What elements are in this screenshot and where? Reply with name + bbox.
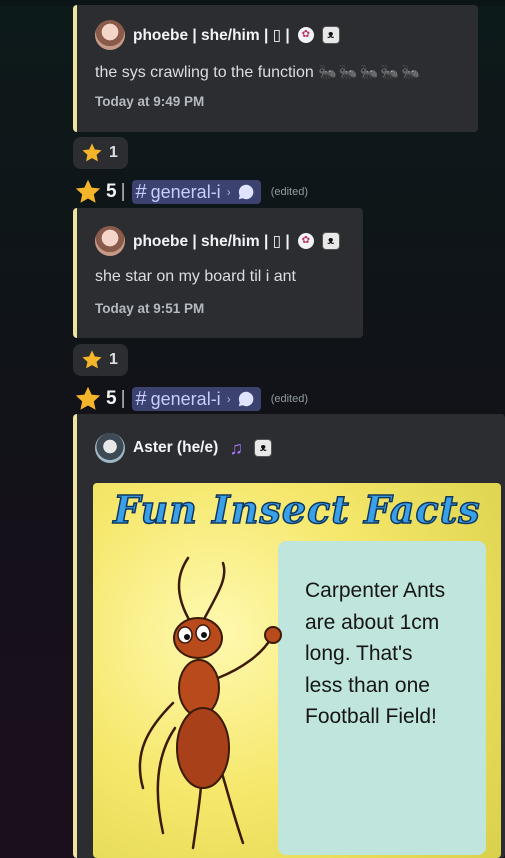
robot-badge-icon: ᴥ xyxy=(254,439,273,457)
avatar[interactable] xyxy=(95,433,125,463)
avatar[interactable] xyxy=(95,226,125,256)
thread-bubble-icon xyxy=(238,391,254,407)
fact-line: less than one xyxy=(305,673,430,697)
fact-text: Carpenter Ants are about 1cm long. That'… xyxy=(305,575,485,733)
starboard-embed[interactable]: phoebe | she/him | ▯ | ✿ ᴥ the sys crawl… xyxy=(73,5,478,132)
star-icon xyxy=(75,386,101,410)
ant-cartoon xyxy=(138,556,282,850)
fact-line: Carpenter Ants xyxy=(305,579,446,602)
separator: | xyxy=(120,181,126,202)
channel-link[interactable]: # general-i › xyxy=(131,180,261,204)
reaction-count: 1 xyxy=(109,144,118,161)
fact-line: long. That's xyxy=(305,642,413,665)
star-reaction[interactable]: 1 xyxy=(73,344,128,376)
music-note-icon: ♫ xyxy=(229,438,244,458)
star-count: 5 xyxy=(106,388,117,409)
embed-author[interactable]: Aster (he/e) ♫ ᴥ xyxy=(95,433,273,463)
reaction-count: 1 xyxy=(109,351,118,368)
flower-badge-icon: ✿ xyxy=(297,233,314,249)
star-reaction[interactable]: 1 xyxy=(73,137,128,169)
meme-image[interactable]: Fun Insect Facts Carpenter Ants are abou… xyxy=(93,483,501,858)
avatar[interactable] xyxy=(95,20,125,50)
hash-icon: # xyxy=(135,387,147,410)
timestamp: Today at 9:49 PM xyxy=(95,94,205,109)
message-text: the sys crawling to the function 🐜🐜🐜🐜🐜 xyxy=(95,63,422,82)
fact-line: are about 1cm xyxy=(305,610,440,634)
star-count: 5 xyxy=(106,181,117,202)
channel-name: general-i xyxy=(150,181,221,202)
starboard-header: 5 | # general-i › (edited) xyxy=(74,178,308,206)
message-content: the sys crawling to the function xyxy=(95,64,314,81)
timestamp: Today at 9:51 PM xyxy=(95,301,205,316)
fact-line: Football Field! xyxy=(305,705,437,728)
chevron-right-icon: › xyxy=(226,185,231,199)
starboard-embed[interactable]: phoebe | she/him | ▯ | ✿ ᴥ she star on m… xyxy=(73,208,363,338)
author-name[interactable]: Aster (he/e) xyxy=(133,439,218,457)
embed-author[interactable]: phoebe | she/him | ▯ | ✿ ᴥ xyxy=(95,20,340,50)
robot-badge-icon: ᴥ xyxy=(321,232,340,250)
robot-badge-icon: ᴥ xyxy=(321,26,340,44)
channel-name: general-i xyxy=(150,388,221,409)
hash-icon: # xyxy=(135,180,147,203)
separator: | xyxy=(120,388,126,409)
edited-label: (edited) xyxy=(270,186,308,198)
thread-bubble-icon xyxy=(238,184,254,200)
embed-author[interactable]: phoebe | she/him | ▯ | ✿ ᴥ xyxy=(95,226,340,256)
edited-label: (edited) xyxy=(270,393,308,405)
chevron-right-icon: › xyxy=(226,392,231,406)
starboard-header: 5 | # general-i › (edited) xyxy=(74,385,308,413)
flower-badge-icon: ✿ xyxy=(297,27,314,43)
star-icon xyxy=(82,143,102,162)
channel-link[interactable]: # general-i › xyxy=(131,387,261,411)
author-name[interactable]: phoebe | she/him | ▯ | xyxy=(133,232,290,251)
meme-title: Fun Insect Facts xyxy=(113,486,481,533)
star-icon xyxy=(82,350,102,369)
message-content: she star on my board til i ant xyxy=(95,268,296,285)
star-icon xyxy=(75,179,101,203)
ant-emoji-row: 🐜🐜🐜🐜🐜 xyxy=(318,64,422,81)
author-name[interactable]: phoebe | she/him | ▯ | xyxy=(133,26,290,45)
